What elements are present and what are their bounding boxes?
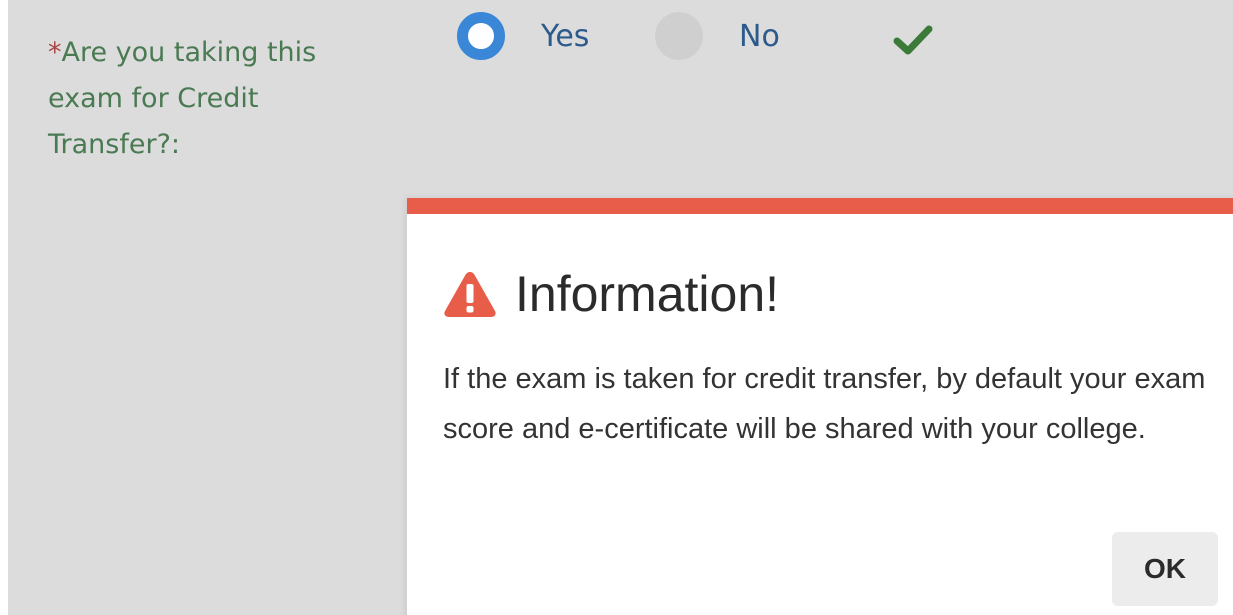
form-page: *Are you taking this exam for Credit Tra… <box>0 0 1233 615</box>
check-icon <box>893 25 933 55</box>
warning-triangle-icon <box>444 272 496 317</box>
radio-option-yes[interactable]: Yes <box>457 12 589 60</box>
radio-yes-label: Yes <box>541 18 590 54</box>
radio-yes-selected[interactable] <box>457 12 505 60</box>
radio-option-no[interactable]: No <box>655 12 780 60</box>
ok-button[interactable]: OK <box>1112 532 1218 606</box>
question-text: Are you taking this exam for Credit Tran… <box>48 37 317 160</box>
page-edge <box>0 0 8 615</box>
required-marker: * <box>48 37 62 68</box>
dialog-message: If the exam is taken for credit transfer… <box>443 363 1206 445</box>
dialog-header: Information! <box>443 262 779 326</box>
radio-no-label: No <box>739 18 780 54</box>
information-dialog: Information! If the exam is taken for cr… <box>407 198 1233 615</box>
dialog-title: Information! <box>515 266 780 322</box>
credit-transfer-question-label: *Are you taking this exam for Credit Tra… <box>48 30 318 168</box>
radio-no-unselected[interactable] <box>655 12 703 60</box>
